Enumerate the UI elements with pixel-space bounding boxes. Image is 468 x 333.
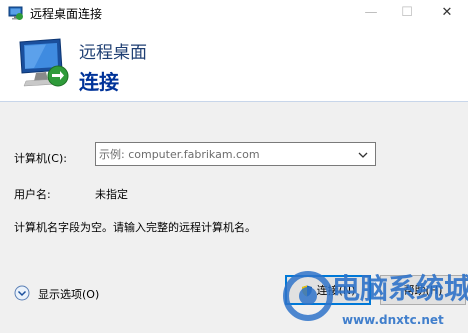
header-banner: 远程桌面 连接 — [0, 26, 468, 102]
maximize-button[interactable]: ☐ — [388, 0, 426, 26]
username-value: 未指定 — [95, 188, 128, 201]
status-message: 计算机名字段为空。请输入完整的远程计算机名。 — [14, 221, 256, 234]
title-bar: 远程桌面连接 — ☐ ✕ — [0, 0, 468, 26]
window-title: 远程桌面连接 — [30, 7, 103, 21]
computer-combobox[interactable] — [95, 142, 376, 166]
username-label: 用户名: — [14, 188, 51, 201]
minimize-button[interactable]: — — [352, 0, 390, 26]
computer-input[interactable] — [99, 146, 349, 162]
remote-desktop-computer-icon — [19, 38, 69, 87]
show-options-toggle[interactable]: 显示选项(O) — [14, 284, 124, 302]
show-options-label: 显示选项(O) — [38, 288, 100, 301]
header-title-line2: 连接 — [79, 70, 119, 94]
site-watermark: 电脑系统城 www.dnxtc.net — [283, 271, 468, 327]
computer-label: 计算机(C): — [14, 152, 67, 165]
watermark-text: 电脑系统城 — [332, 272, 468, 305]
close-button[interactable]: ✕ — [428, 0, 466, 26]
header-title-line1: 远程桌面 — [79, 43, 147, 63]
remote-desktop-app-icon — [8, 6, 23, 20]
expand-circle-icon — [14, 285, 30, 301]
chevron-down-icon[interactable] — [357, 149, 369, 161]
watermark-url: www.dnxtc.net — [342, 313, 444, 327]
